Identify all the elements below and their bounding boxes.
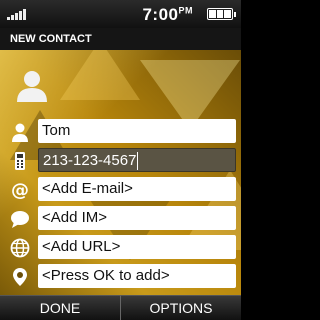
- page-title: NEW CONTACT: [0, 28, 241, 50]
- name-field[interactable]: Tom: [38, 119, 236, 143]
- contact-avatar-icon[interactable]: [15, 68, 49, 102]
- softkey-bar: DONE OPTIONS: [0, 295, 241, 320]
- done-softkey[interactable]: DONE: [0, 295, 121, 320]
- location-pin-icon: [13, 268, 27, 286]
- signal-strength-icon: [7, 8, 27, 20]
- phone-field-row: 213-123-4567: [0, 148, 241, 174]
- battery-icon: [207, 8, 236, 20]
- address-field[interactable]: <Press OK to add>: [38, 264, 236, 288]
- email-field-row: @ <Add E-mail>: [0, 177, 241, 203]
- phone-icon: [15, 152, 25, 170]
- name-field-row: Tom: [0, 119, 241, 145]
- im-field[interactable]: <Add IM>: [38, 206, 236, 230]
- at-icon: @: [11, 180, 29, 200]
- phone-field[interactable]: 213-123-4567: [38, 148, 236, 172]
- svg-text:@: @: [11, 180, 29, 200]
- url-field[interactable]: <Add URL>: [38, 235, 236, 259]
- url-field-row: <Add URL>: [0, 235, 241, 261]
- person-icon: [12, 123, 28, 142]
- status-bar: 7:00PM: [0, 0, 241, 28]
- status-time: 7:00PM: [142, 5, 193, 24]
- chat-bubble-icon: [11, 211, 29, 228]
- email-field[interactable]: <Add E-mail>: [38, 177, 236, 201]
- address-field-row: <Press OK to add>: [0, 264, 241, 290]
- globe-icon: [10, 238, 30, 258]
- im-field-row: <Add IM>: [0, 206, 241, 232]
- options-softkey[interactable]: OPTIONS: [121, 295, 241, 320]
